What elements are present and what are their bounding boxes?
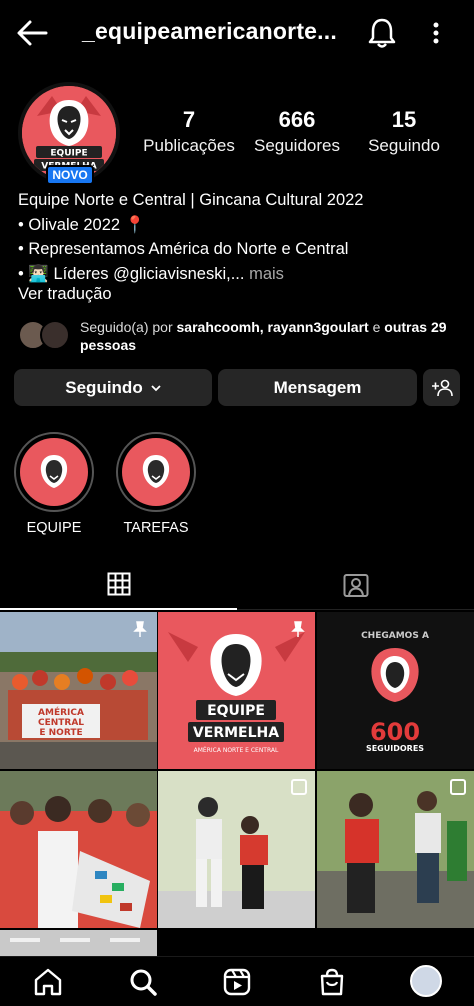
multiple-photos-icon [291, 779, 307, 795]
message-button-label: Mensagem [273, 377, 362, 397]
multiple-photos-icon [450, 779, 466, 795]
profile-display-name: Equipe Norte e Central | Gincana Cultura… [18, 191, 364, 209]
pin-icon [291, 621, 305, 637]
suggested-users-button[interactable] [423, 369, 460, 406]
post-thumbnail[interactable] [0, 771, 157, 928]
post-title-line-2: VERMELHA [193, 725, 279, 741]
pin-icon [133, 621, 147, 637]
profile-bio: Equipe Norte e Central | Gincana Cultura… [18, 188, 458, 286]
highlight-label: TAREFAS [123, 520, 189, 536]
posts-count[interactable]: 7 Publicações [138, 106, 240, 158]
post-image [0, 930, 157, 956]
profile-username: _equipeamericanorte... [82, 18, 337, 44]
highlight-label: EQUIPE [26, 520, 82, 536]
highlight-ring [116, 432, 196, 512]
post-banner-line-2: CENTRAL [38, 718, 84, 728]
post-headline: CHEGAMOS A [361, 631, 429, 641]
chevron-down-icon [151, 384, 161, 391]
post-image: CHEGAMOS A 600 SEGUIDORES [317, 612, 474, 769]
following-count[interactable]: 15 Seguindo [364, 106, 444, 158]
post-title-line-1: EQUIPE [207, 703, 265, 719]
search-icon[interactable] [128, 967, 158, 997]
follower-avatar [40, 320, 70, 350]
post-number: 600 [370, 718, 420, 746]
highlight-equipe[interactable]: EQUIPE [14, 432, 94, 536]
tab-posts-grid[interactable] [0, 560, 237, 610]
following-count-label: Seguindo [368, 136, 440, 155]
followers-count-value: 666 [278, 107, 316, 132]
tagged-person-icon [343, 573, 368, 597]
post-thumbnail[interactable]: CHEGAMOS A 600 SEGUIDORES [317, 612, 474, 769]
avatar-text-equipe: EQUIPE [50, 149, 87, 159]
bio-line-3: • 👨🏻‍💻 Líderes @gliciavisneski,... mais [18, 262, 458, 287]
highlight-tarefas[interactable]: TAREFAS [116, 432, 196, 536]
bio-more-link[interactable]: mais [244, 265, 284, 283]
followed-by[interactable]: Seguido(a) por sarahcoomh, rayann3goular… [18, 318, 458, 358]
followed-by-text: Seguido(a) por sarahcoomh, rayann3goular… [80, 318, 460, 354]
post-subtitle: AMÉRICA NORTE E CENTRAL [194, 746, 279, 754]
following-button-label: Seguindo [65, 377, 143, 397]
post-number-label: SEGUIDORES [366, 744, 424, 753]
tab-tagged[interactable] [237, 560, 474, 610]
post-thumbnail[interactable] [317, 771, 474, 928]
posts-count-label: Publicações [143, 136, 235, 155]
profile-tabs [0, 560, 474, 610]
posts-count-value: 7 [182, 107, 196, 132]
followed-by-users: sarahcoomh, rayann3goulart [176, 319, 369, 335]
followers-count[interactable]: 666 Seguidores [250, 106, 344, 158]
highlight-ring [14, 432, 94, 512]
lion-icon [40, 455, 68, 488]
home-icon[interactable] [33, 967, 63, 997]
followed-by-prefix: Seguido(a) por [80, 319, 177, 335]
bottom-navigation [0, 956, 474, 1006]
post-thumbnail[interactable] [158, 771, 315, 928]
profile-avatar-nav[interactable] [410, 965, 442, 997]
top-bar: _equipeamericanorte... [0, 0, 474, 66]
message-button[interactable]: Mensagem [218, 369, 417, 406]
notification-bell-icon[interactable] [366, 16, 398, 50]
more-options-icon[interactable] [426, 18, 446, 48]
grid-icon [107, 572, 130, 596]
highlight-cover [20, 438, 88, 506]
post-banner-line-3: E NORTE [39, 728, 82, 738]
add-person-icon [431, 379, 453, 396]
reels-icon[interactable] [222, 967, 252, 997]
lion-icon [142, 455, 170, 488]
new-badge: NOVO [46, 165, 94, 185]
bio-line-3-text: • 👨🏻‍💻 Líderes @gliciavisneski,... [18, 264, 245, 283]
post-image [0, 771, 157, 928]
posts-grid: AMÉRICA CENTRAL E NORTE EQUIPE VERMELHA … [0, 612, 474, 956]
post-banner-line-1: AMÉRICA [38, 706, 84, 718]
see-translation-link[interactable]: Ver tradução [18, 285, 112, 304]
post-thumbnail[interactable]: AMÉRICA CENTRAL E NORTE [0, 612, 157, 769]
followed-by-middle: e [368, 319, 385, 335]
followers-count-label: Seguidores [253, 136, 340, 155]
bio-line-1: • Olivale 2022 📍 [18, 215, 146, 234]
bio-line-2: • Representamos América do Norte e Centr… [18, 240, 349, 258]
following-button[interactable]: Seguindo [14, 369, 212, 406]
shop-icon[interactable] [317, 967, 347, 997]
highlight-cover [122, 438, 190, 506]
post-thumbnail[interactable]: EQUIPE VERMELHA AMÉRICA NORTE E CENTRAL [158, 612, 315, 769]
back-arrow-icon[interactable] [16, 18, 48, 48]
following-count-value: 15 [391, 107, 417, 132]
post-thumbnail[interactable] [0, 930, 157, 956]
